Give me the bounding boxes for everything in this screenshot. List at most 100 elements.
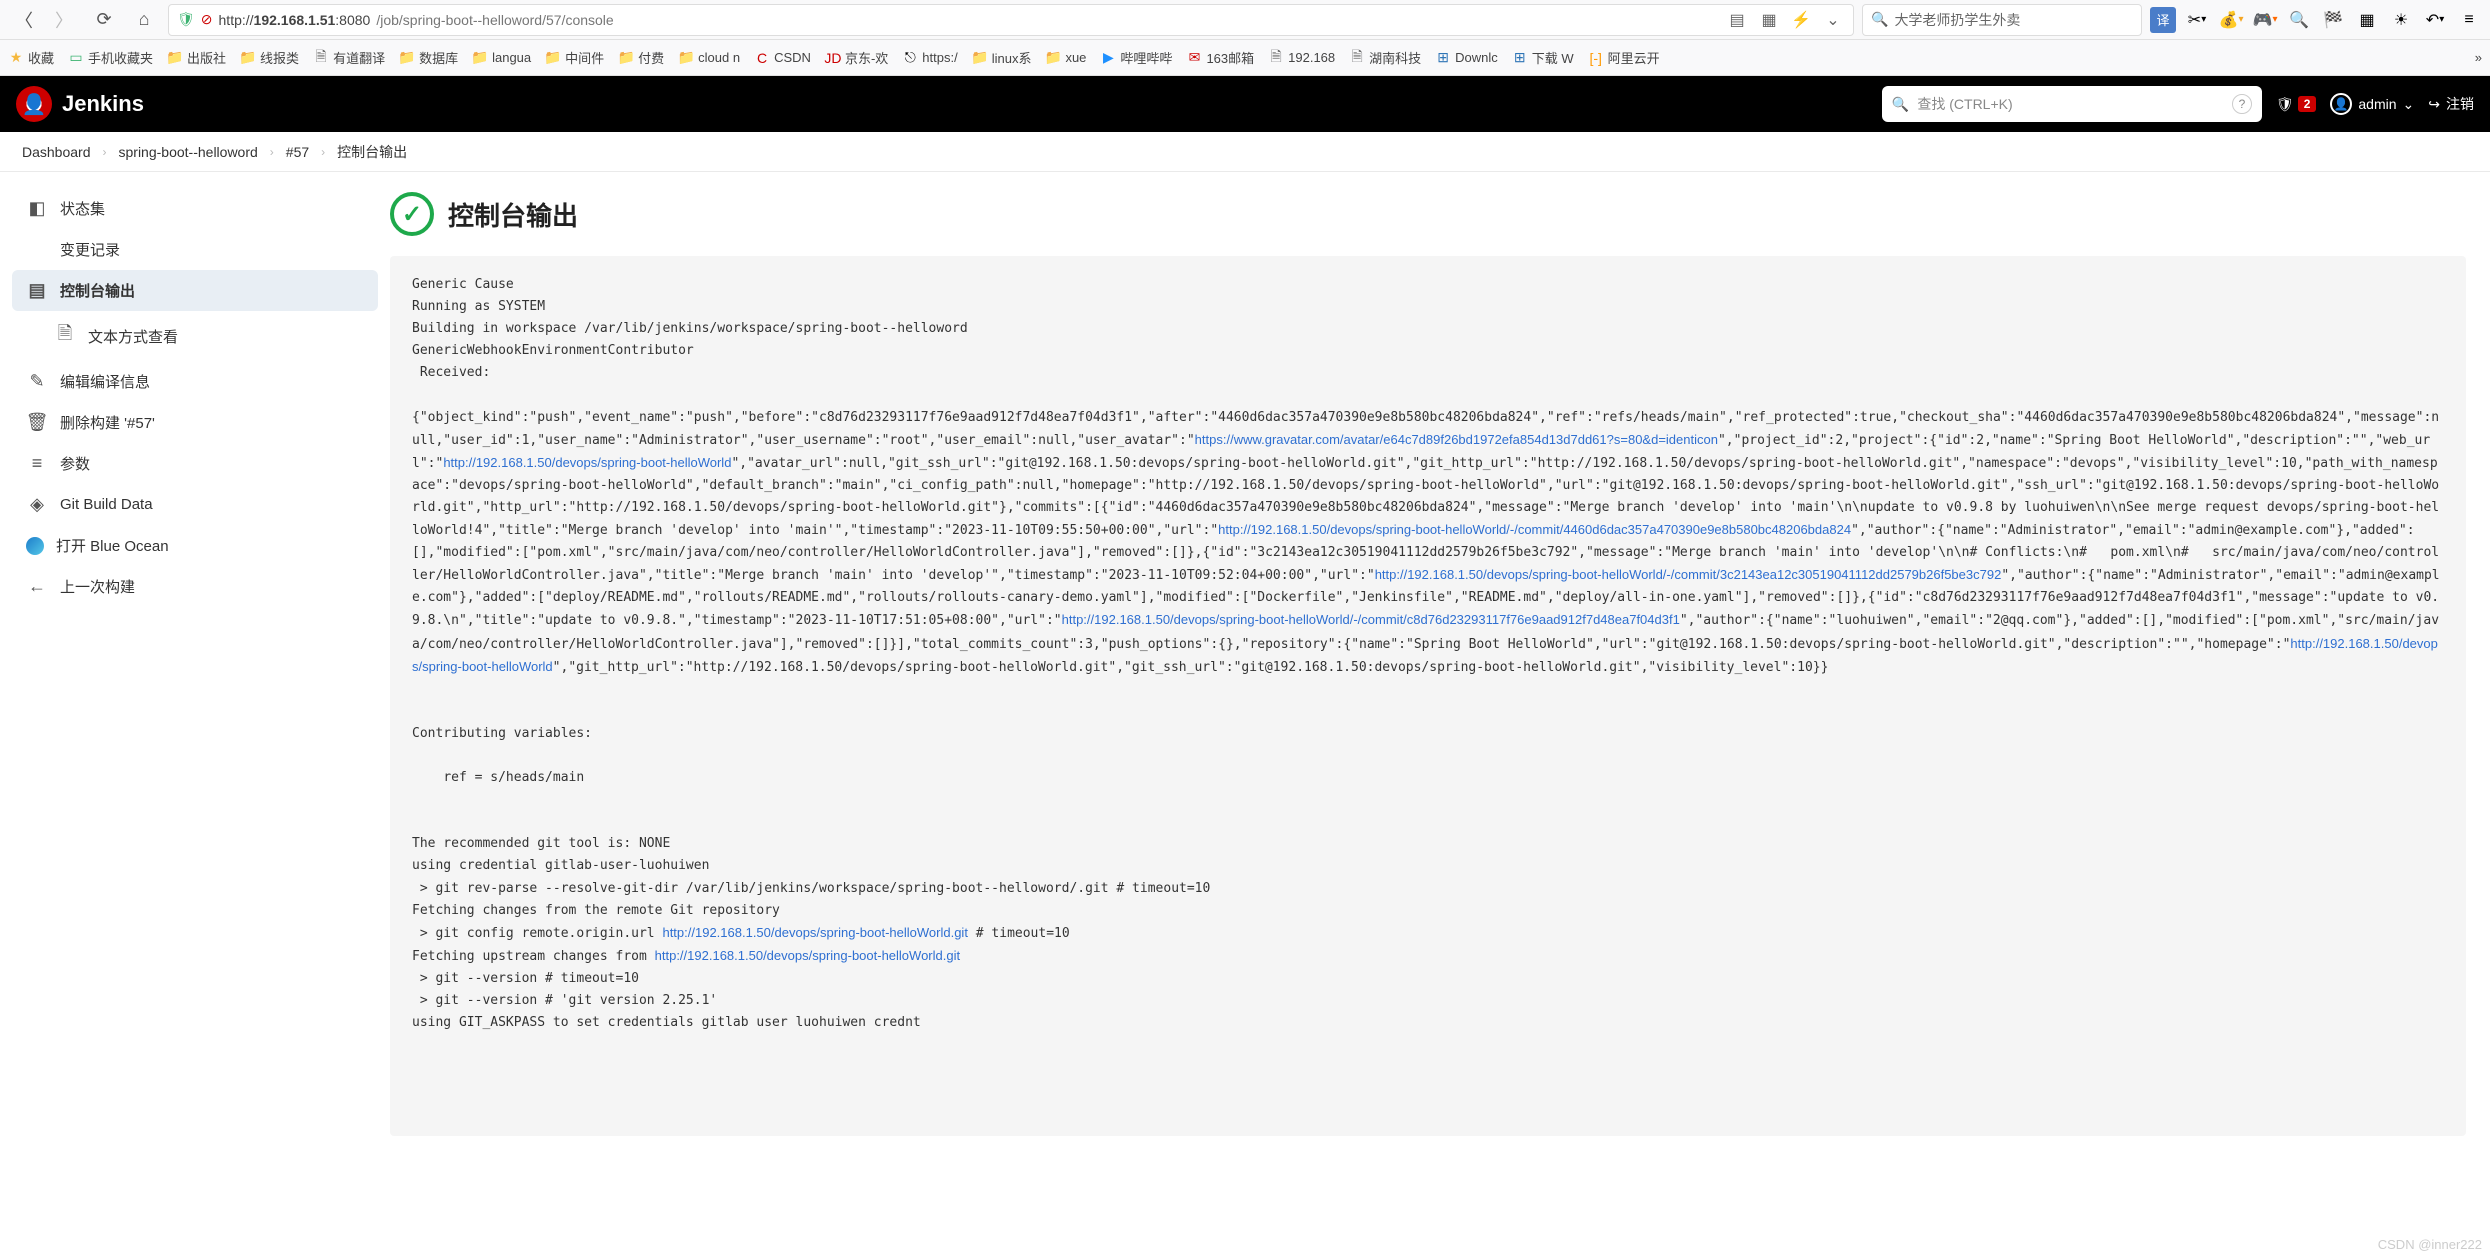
user-menu[interactable]: 👤 admin ⌄ <box>2330 93 2414 115</box>
block-icon: ⊘ <box>201 11 213 28</box>
console-link[interactable]: http://192.168.1.50/devops/spring-boot-h… <box>655 948 960 963</box>
bookmark-item[interactable]: 📁linux系 <box>972 48 1032 67</box>
bookmark-item[interactable]: ✉163邮箱 <box>1186 48 1254 67</box>
bookmark-label: 下载 W <box>1532 48 1574 67</box>
bookmark-item[interactable]: 📁中间件 <box>545 48 604 67</box>
dropdown-icon[interactable]: ⌄ <box>1821 8 1845 32</box>
sidebar-label: 控制台输出 <box>60 280 135 301</box>
bookmark-item[interactable]: 📁数据库 <box>399 48 458 67</box>
bookmark-item[interactable]: 🗎有道翻译 <box>313 48 385 67</box>
console-link[interactable]: http://192.168.1.50/devops/spring-boot-h… <box>412 636 2438 674</box>
bookmark-icon: ⊞ <box>1435 50 1451 66</box>
qr-icon[interactable]: ▦ <box>1757 8 1781 32</box>
bookmark-item[interactable]: 📁付费 <box>618 48 664 67</box>
bookmark-item[interactable]: JD京东-欢 <box>825 48 888 67</box>
sidebar-item[interactable]: ◈Git Build Data <box>12 484 378 525</box>
wallet-icon[interactable]: 💰▾ <box>2218 7 2244 33</box>
sidebar-icon: ◧ <box>26 198 48 219</box>
console-link[interactable]: http://192.168.1.50/devops/spring-boot-h… <box>1062 612 1680 627</box>
bookmark-icon: [-] <box>1588 50 1604 66</box>
bookmark-item[interactable]: 📁langua <box>472 50 531 66</box>
gamepad-icon[interactable]: 🎮▾ <box>2252 7 2278 33</box>
sidebar-label: 编辑编译信息 <box>60 371 150 392</box>
magnify-icon[interactable]: 🔍 <box>2286 7 2312 33</box>
bookmark-icon: 🗎 <box>1349 50 1365 66</box>
console-link[interactable]: http://192.168.1.50/devops/spring-boot-h… <box>1218 522 1851 537</box>
bookmark-label: 192.168 <box>1288 50 1335 65</box>
undo-icon[interactable]: ↶▾ <box>2422 7 2448 33</box>
crumb-item[interactable]: Dashboard <box>22 144 91 160</box>
bookmark-item[interactable]: 🗎192.168 <box>1268 50 1335 66</box>
bookmark-item[interactable]: ▶哔哩哔哔 <box>1100 48 1172 67</box>
alerts-badge[interactable]: 🛡 2 <box>2276 96 2316 113</box>
brand-text: Jenkins <box>62 91 144 117</box>
bookmark-label: 数据库 <box>419 48 458 67</box>
bookmark-icon: 📁 <box>472 50 488 66</box>
bookmark-item[interactable]: [-]阿里云开 <box>1588 48 1660 67</box>
console-output[interactable]: Generic Cause Running as SYSTEM Building… <box>390 256 2466 1136</box>
bookmark-label: 收藏 <box>28 48 54 67</box>
bookmark-item[interactable]: 📁cloud n <box>678 50 740 66</box>
home-button[interactable]: ⌂ <box>128 4 160 36</box>
jenkins-search[interactable]: 🔍 查找 (CTRL+K) ? <box>1882 86 2262 122</box>
sidebar-item[interactable]: 打开 Blue Ocean <box>12 525 378 566</box>
logout-button[interactable]: ↪ 注销 <box>2428 94 2474 114</box>
bookmark-label: 手机收藏夹 <box>88 48 153 67</box>
sidebar-icon: ✎ <box>26 371 48 392</box>
crumb-item[interactable]: #57 <box>286 144 309 160</box>
bookmark-item[interactable]: 📁xue <box>1045 50 1086 66</box>
console-link[interactable]: http://192.168.1.50/devops/spring-boot-h… <box>1375 567 2002 582</box>
bookmark-label: 阿里云开 <box>1608 48 1660 67</box>
forward-button[interactable]: 〉 <box>48 4 80 36</box>
menu-icon[interactable]: ≡ <box>2456 7 2482 33</box>
bookmark-icon: ▭ <box>68 50 84 66</box>
bookmark-item[interactable]: 🗎湖南科技 <box>1349 48 1421 67</box>
bookmark-item[interactable]: ★收藏 <box>8 48 54 67</box>
jenkins-icon: 👤 <box>16 86 52 122</box>
username: admin <box>2358 96 2396 112</box>
bookmark-label: 163邮箱 <box>1206 48 1254 67</box>
bookmark-label: linux系 <box>992 48 1032 67</box>
bookmark-label: CSDN <box>774 50 811 65</box>
bookmark-item[interactable]: CCSDN <box>754 50 811 66</box>
crumb-item[interactable]: 控制台输出 <box>337 142 407 162</box>
bookmark-item[interactable]: 📁出版社 <box>167 48 226 67</box>
avatar-icon: 👤 <box>2330 93 2352 115</box>
sidebar-item[interactable]: ✎ 编辑编译信息 <box>12 361 378 402</box>
apps-icon[interactable]: ▦ <box>2354 7 2380 33</box>
jenkins-logo[interactable]: 👤 Jenkins <box>16 86 144 122</box>
reload-button[interactable]: ⟳ <box>88 4 120 36</box>
sidebar-item[interactable]: 🗑删除构建 '#57' <box>12 402 378 443</box>
flash-icon[interactable]: ⚡ <box>1789 8 1813 32</box>
reader-icon[interactable]: ▤ <box>1725 8 1749 32</box>
scissors-icon[interactable]: ✂▾ <box>2184 7 2210 33</box>
console-link[interactable]: http://192.168.1.50/devops/spring-boot-h… <box>443 455 731 470</box>
crumb-item[interactable]: spring-boot--helloword <box>119 144 258 160</box>
bookmark-item[interactable]: ▭手机收藏夹 <box>68 48 153 67</box>
flag-icon[interactable]: 🏁 <box>2320 7 2346 33</box>
bookmark-item[interactable]: ⊞Downlc <box>1435 50 1498 66</box>
bookmark-icon: 📁 <box>618 50 634 66</box>
bookmark-item[interactable]: ⎋https:/ <box>902 50 957 66</box>
sidebar: ◧状态集变更记录▤控制台输出🗎文本方式查看 ✎ 编辑编译信息 🗑删除构建 '#57'≡… <box>0 172 390 1256</box>
browser-search[interactable]: 🔍 大学老师扔学生外卖 <box>1862 4 2142 36</box>
bookmark-icon: ⎋ <box>902 50 918 66</box>
sidebar-item[interactable]: ≡参数 <box>12 443 378 484</box>
bookmark-item[interactable]: 📁线报类 <box>240 48 299 67</box>
sidebar-item[interactable]: ◧状态集 <box>12 188 378 229</box>
sidebar-item[interactable]: 变更记录 <box>12 229 378 270</box>
help-icon[interactable]: ? <box>2232 94 2252 114</box>
translate-icon[interactable]: 译 <box>2150 7 2176 33</box>
sidebar-item[interactable]: ←上一次构建 <box>12 566 378 607</box>
bookmark-item[interactable]: ⊞下载 W <box>1512 48 1574 67</box>
console-link[interactable]: http://192.168.1.50/devops/spring-boot-h… <box>662 925 967 940</box>
sun-icon[interactable]: ☀ <box>2388 7 2414 33</box>
back-button[interactable]: 〈 <box>8 4 40 36</box>
address-bar[interactable]: 🛡 ⊘ http://192.168.1.51:8080/job/spring-… <box>168 4 1854 36</box>
bookmark-icon: 📁 <box>399 50 415 66</box>
sidebar-item[interactable]: 🗎文本方式查看 <box>12 311 378 361</box>
bookmarks-overflow[interactable]: » <box>2475 50 2482 65</box>
sidebar-item[interactable]: ▤控制台输出 <box>12 270 378 311</box>
bookmark-label: 出版社 <box>187 48 226 67</box>
console-link[interactable]: https://www.gravatar.com/avatar/e64c7d89… <box>1195 432 1718 447</box>
